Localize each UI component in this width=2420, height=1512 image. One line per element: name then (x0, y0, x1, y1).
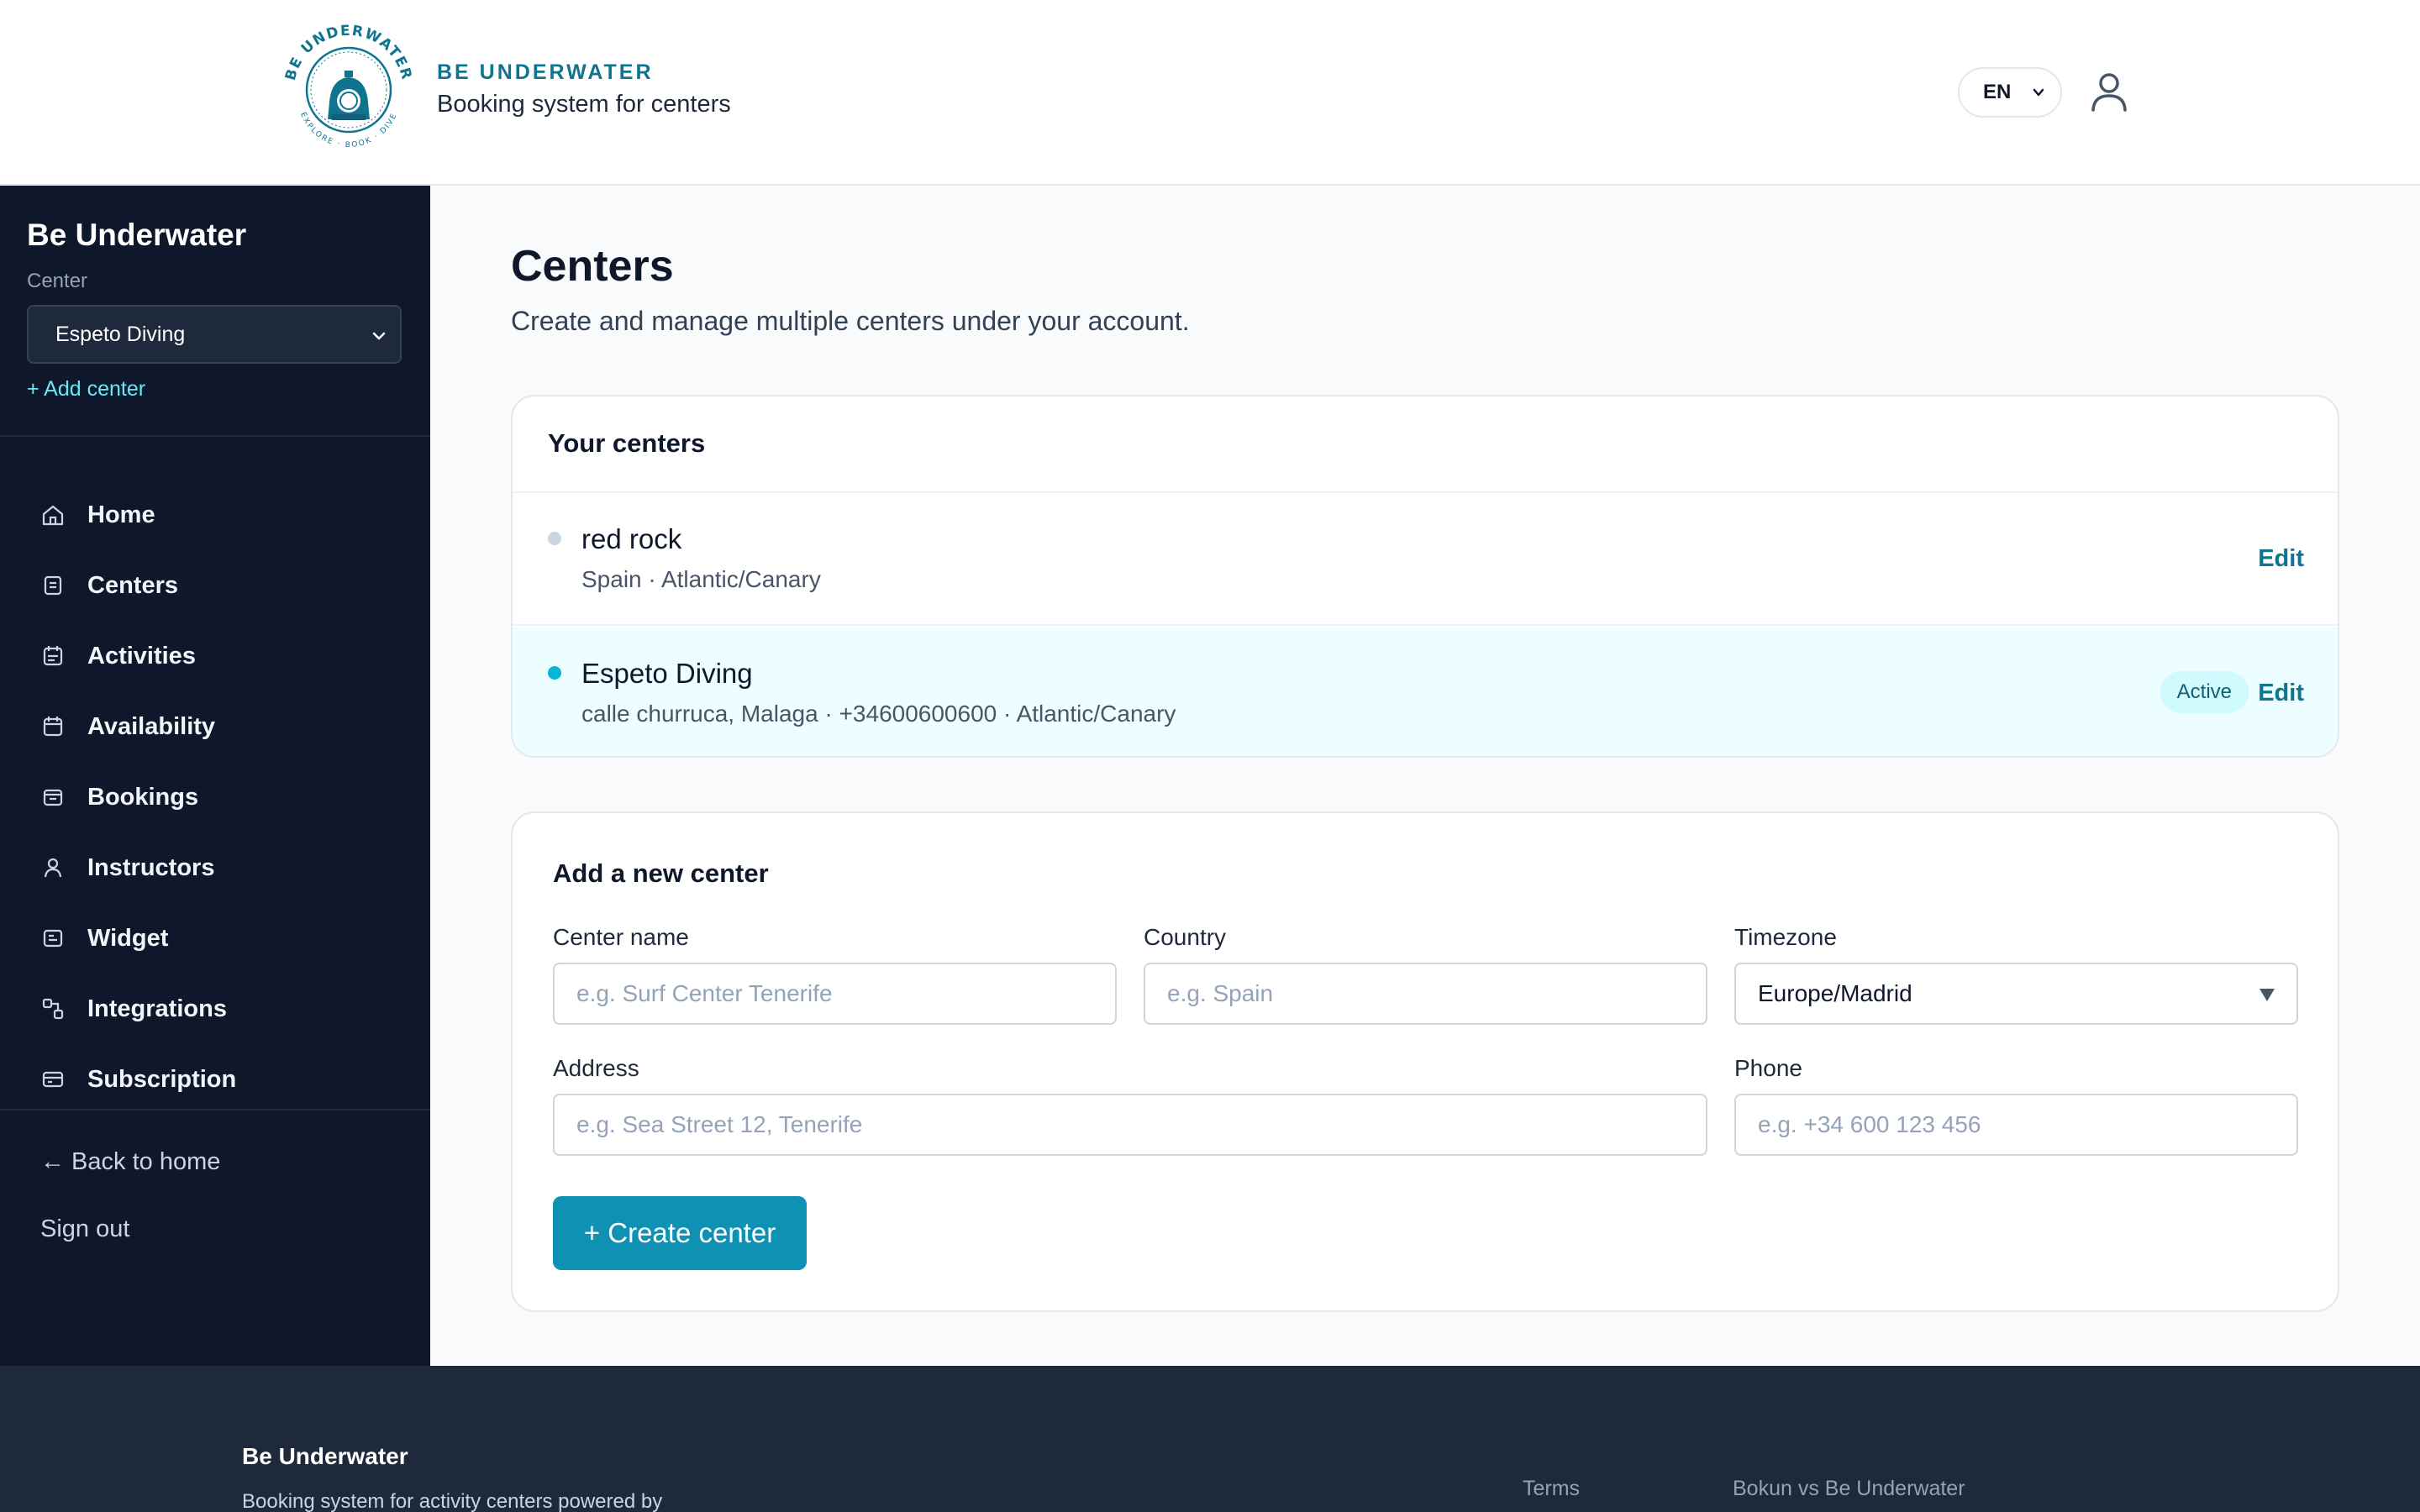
sidebar-item-integrations[interactable]: Integrations (40, 984, 410, 1034)
language-value: EN (1983, 81, 2012, 103)
footer-link-terms[interactable]: Terms (1523, 1477, 1580, 1501)
sign-out-link[interactable]: Sign out (40, 1215, 129, 1243)
chevron-down-icon (372, 332, 386, 340)
chevron-down-icon (2033, 88, 2044, 97)
card-header: Your centers (513, 396, 2338, 493)
calendar-icon (43, 717, 63, 737)
footer-title: Be Underwater (242, 1443, 408, 1469)
phone-input[interactable]: e.g. +34 600 123 456 (1734, 1094, 2298, 1156)
your-centers-card: Your centers red rock Spain · Atlantic/C… (511, 395, 2339, 758)
sidebar-item-label: Home (87, 501, 155, 528)
sidebar-item-label: Centers (87, 571, 178, 599)
sidebar-item-label: Instructors (87, 853, 215, 881)
sidebar-item-home[interactable]: Home (40, 490, 410, 540)
sidebar-item-label: Activities (87, 642, 196, 669)
active-status-dot (548, 666, 561, 680)
brand-logo-icon[interactable]: BE UNDERWATER EXPLORE · BOOK · DIVE (277, 18, 420, 161)
centers-icon (44, 575, 62, 596)
center-row-active: Espeto Diving calle churruca, Malaga · +… (513, 627, 2338, 756)
timezone-label: Timezone (1734, 924, 1837, 950)
sidebar-item-instructors[interactable]: Instructors (40, 843, 410, 893)
integrations-icon (42, 998, 64, 1020)
sidebar-divider (0, 435, 430, 437)
activities-icon (43, 646, 63, 666)
center-meta: calle churruca, Malaga · +34600600600 · … (581, 701, 1176, 727)
edit-center-button[interactable]: Edit (2258, 680, 2304, 707)
center-row: red rock Spain · Atlantic/Canary Edit (513, 493, 2338, 626)
sidebar-item-centers[interactable]: Centers (40, 560, 410, 611)
center-name-input[interactable]: e.g. Surf Center Tenerife (553, 963, 1117, 1025)
address-label: Address (553, 1055, 639, 1081)
center-name: Espeto Diving (581, 658, 753, 689)
center-select[interactable]: Espeto Diving (27, 305, 402, 364)
footer: Be Underwater Booking system for activit… (0, 1366, 2420, 1512)
sidebar-item-label: Subscription (87, 1065, 237, 1093)
inactive-status-dot (548, 532, 561, 545)
bookings-icon (43, 789, 63, 806)
card-icon (42, 1071, 64, 1088)
center-name: red rock (581, 523, 682, 554)
phone-label: Phone (1734, 1055, 1802, 1081)
sidebar-item-subscription[interactable]: Subscription (40, 1054, 410, 1105)
sidebar-divider (0, 1109, 430, 1110)
add-center-link[interactable]: + Add center (27, 377, 145, 402)
page-title: Centers (511, 242, 674, 291)
sidebar-item-label: Availability (87, 712, 216, 740)
footer-description: Booking system for activity centers powe… (242, 1490, 663, 1512)
center-select-label: Center (27, 270, 88, 292)
user-account-icon[interactable] (2089, 71, 2129, 113)
sidebar-item-availability[interactable]: Availability (40, 701, 410, 752)
brand-subtitle: Booking system for centers (437, 91, 731, 118)
sidebar: Be Underwater Center Espeto Diving + Add… (0, 186, 430, 1366)
address-input[interactable]: e.g. Sea Street 12, Tenerife (553, 1094, 1707, 1156)
center-name-label: Center name (553, 924, 689, 950)
sidebar-item-widget[interactable]: Widget (40, 913, 410, 963)
sidebar-item-activities[interactable]: Activities (40, 631, 410, 681)
center-meta: Spain · Atlantic/Canary (581, 566, 821, 592)
sidebar-item-label: Widget (87, 924, 169, 952)
sidebar-item-label: Integrations (87, 995, 227, 1022)
sidebar-item-label: Bookings (87, 783, 199, 811)
widget-icon (43, 929, 63, 948)
caret-down-icon (2260, 989, 2275, 1001)
timezone-value: Europe/Madrid (1758, 980, 1912, 1006)
back-to-home-link[interactable]: ← Back to home (40, 1148, 220, 1176)
country-input[interactable]: e.g. Spain (1144, 963, 1707, 1025)
sidebar-item-bookings[interactable]: Bookings (40, 772, 410, 822)
home-icon (42, 505, 64, 526)
create-center-button[interactable]: + Create center (553, 1196, 807, 1270)
footer-link-comparison[interactable]: Bokun vs Be Underwater (1733, 1477, 1965, 1501)
brand-name: BE UNDERWATER (437, 60, 654, 84)
country-label: Country (1144, 924, 1227, 950)
center-select-value: Espeto Diving (55, 322, 186, 346)
edit-center-button[interactable]: Edit (2258, 545, 2304, 573)
add-center-form: Add a new center Center name e.g. Surf C… (511, 811, 2339, 1312)
language-select[interactable]: EN (1958, 67, 2062, 118)
form-heading: Add a new center (553, 858, 769, 888)
page-subtitle: Create and manage multiple centers under… (511, 306, 1190, 336)
sidebar-title: Be Underwater (27, 218, 247, 252)
active-badge: Active (2160, 671, 2249, 713)
timezone-select[interactable]: Europe/Madrid (1734, 963, 2298, 1025)
card-heading: Your centers (548, 428, 706, 458)
top-header: BE UNDERWATER EXPLORE · BOOK · DIVE BE U… (0, 0, 2420, 186)
person-icon (44, 858, 62, 878)
